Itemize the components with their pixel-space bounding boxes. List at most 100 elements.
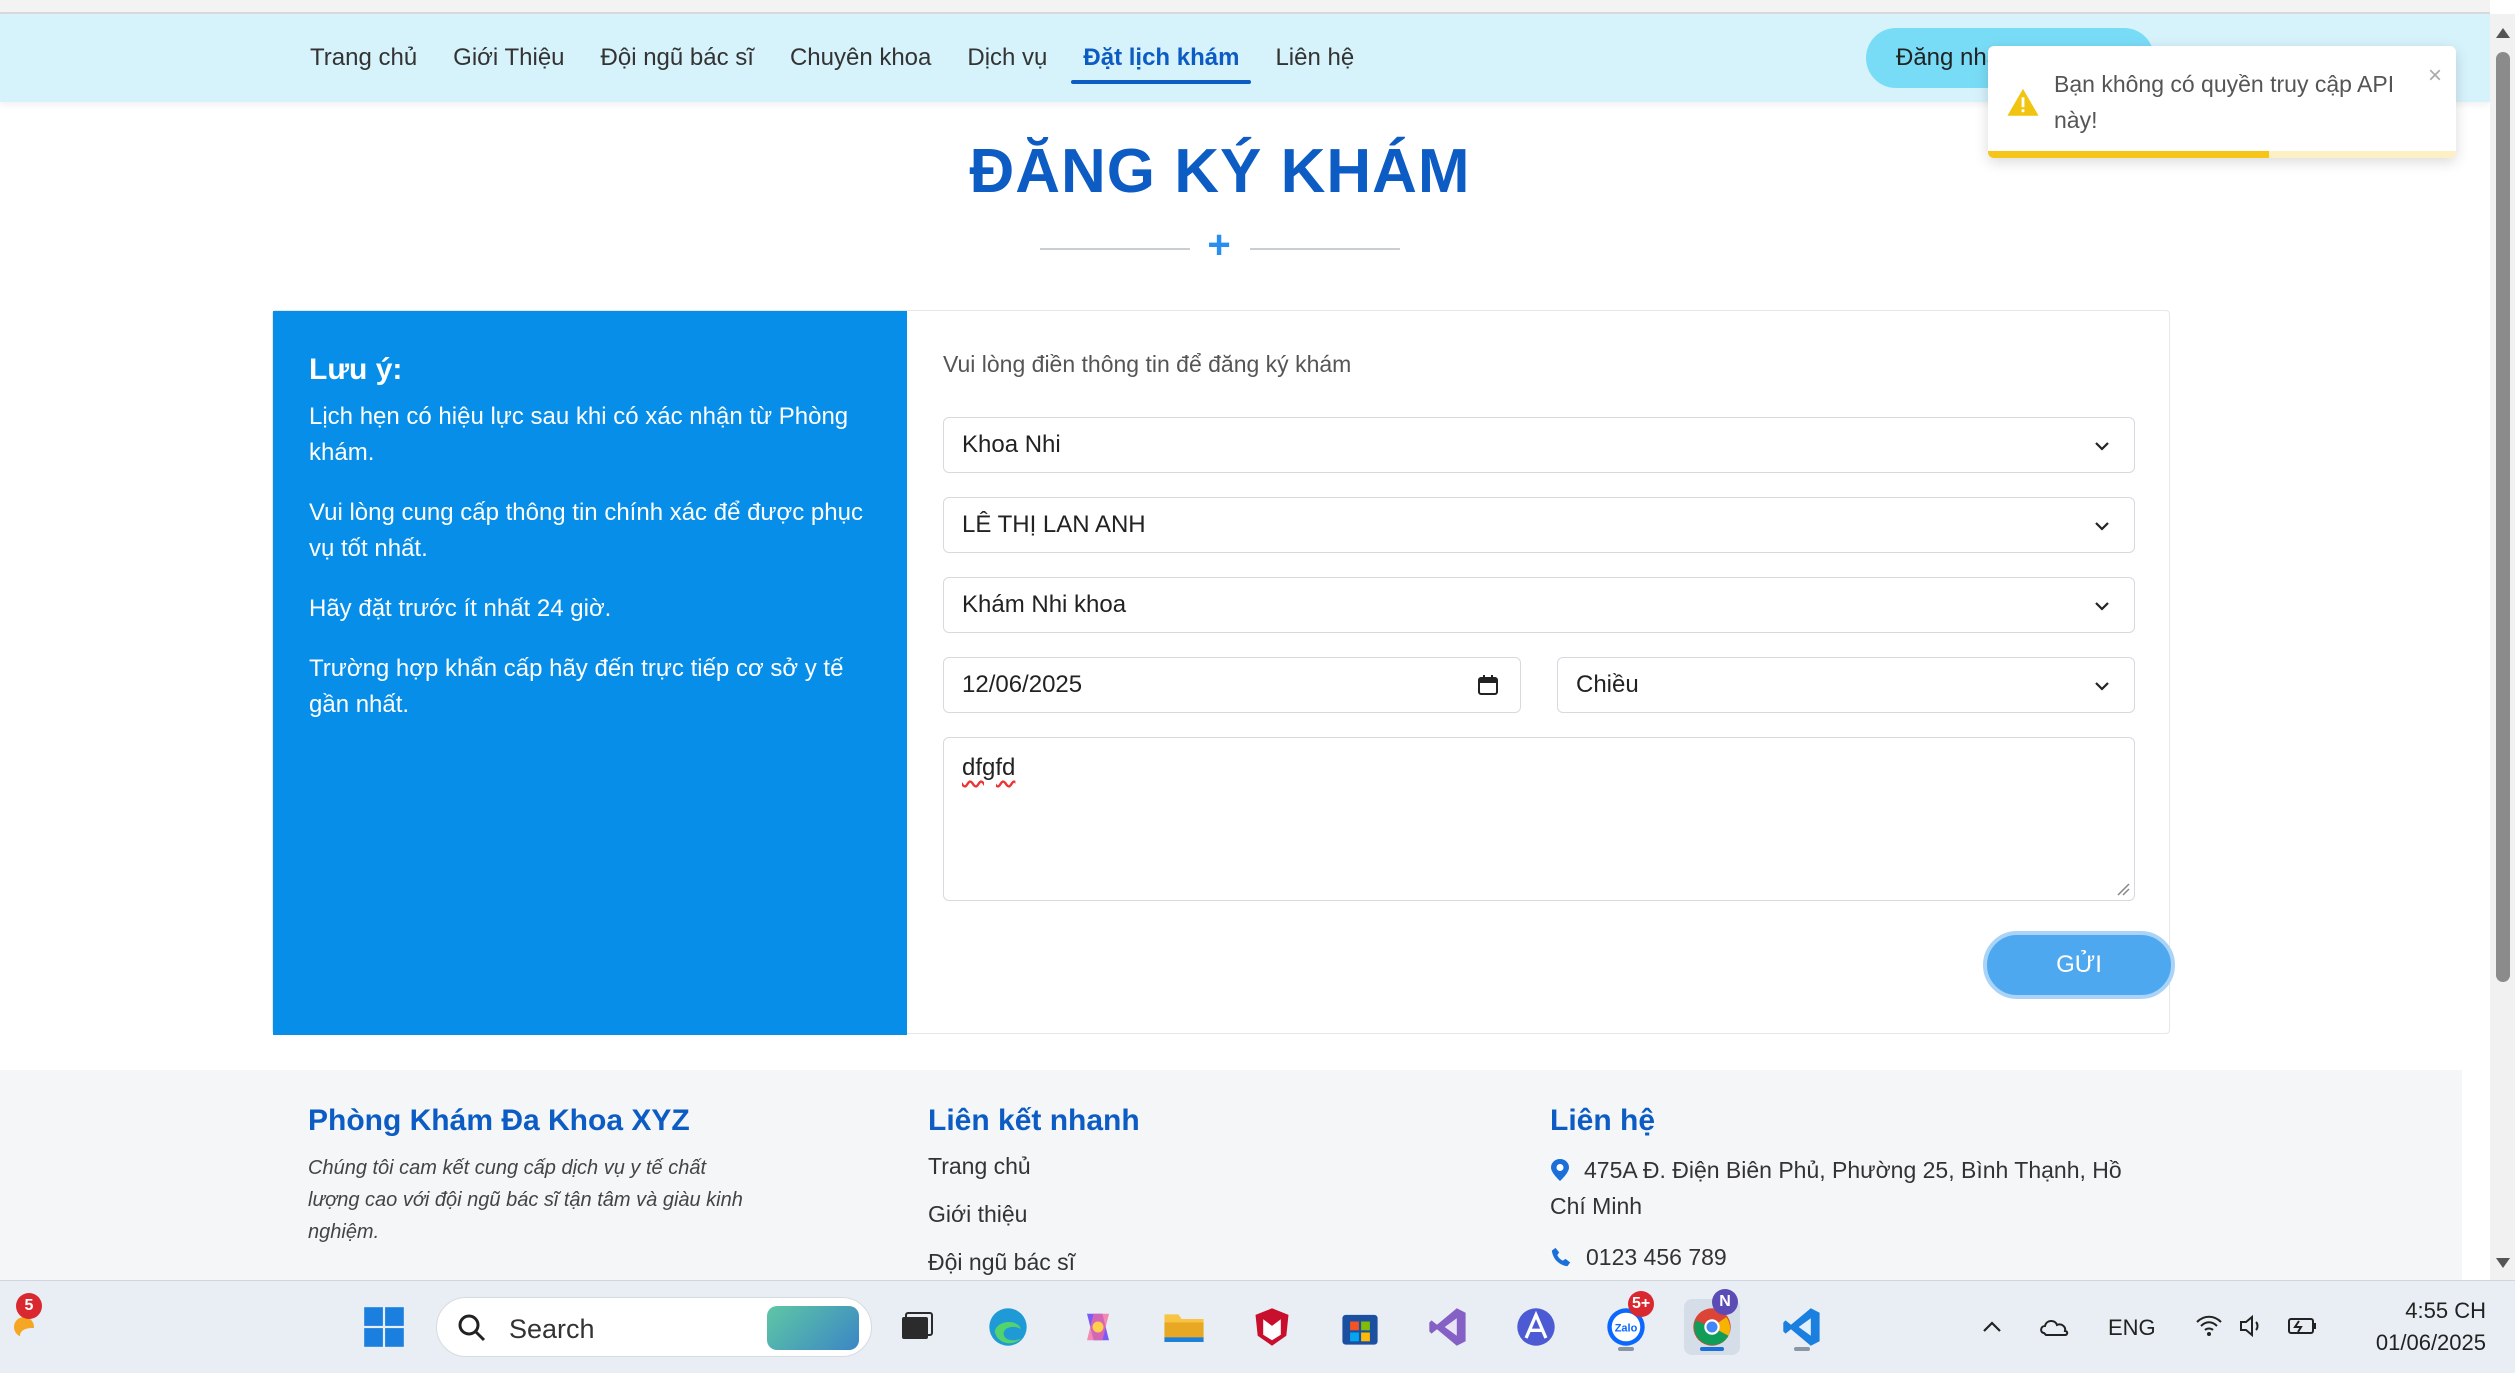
nav-links: Trang chủ Giới Thiệu Đội ngũ bác sĩ Chuy… <box>310 14 1390 102</box>
phone-icon <box>1551 1247 1571 1267</box>
page-scrollbar[interactable] <box>2490 14 2515 1280</box>
footer-phone: 0123 456 789 <box>1550 1244 2150 1271</box>
language-indicator[interactable]: ENG <box>2108 1315 2156 1341</box>
calendar-icon[interactable] <box>1476 673 1500 697</box>
title-divider: + <box>1040 225 1400 265</box>
note-item: Hãy đặt trước ít nhất 24 giờ. <box>309 595 612 622</box>
doctor-select[interactable]: LÊ THỊ LAN ANH <box>943 497 2135 553</box>
chrome-profile-badge: N <box>1712 1289 1738 1315</box>
file-explorer-app[interactable] <box>1156 1299 1212 1355</box>
arc-app[interactable] <box>1508 1299 1564 1355</box>
chevron-down-icon <box>2095 442 2109 451</box>
clock-time: 4:55 CH <box>2405 1298 2486 1323</box>
note-title: Lưu ý: <box>309 353 403 386</box>
nav-contact[interactable]: Liên hệ <box>1275 14 1354 102</box>
copilot-app[interactable] <box>1070 1299 1126 1355</box>
wifi-icon[interactable] <box>2194 1313 2224 1339</box>
map-pin-icon <box>1551 1159 1569 1181</box>
scrollbar-thumb[interactable] <box>2496 52 2510 982</box>
edge-app[interactable] <box>980 1299 1036 1355</box>
footer-link-doctors[interactable]: Đội ngũ bác sĩ <box>928 1238 1140 1286</box>
clock-date: 01/06/2025 <box>2375 1330 2486 1355</box>
app-a-icon <box>1517 1308 1555 1346</box>
submit-button[interactable]: GỬI <box>1983 931 2175 999</box>
nav-services[interactable]: Dịch vụ <box>967 14 1047 102</box>
divider-line-right <box>1250 248 1400 250</box>
nav-specialties[interactable]: Chuyên khoa <box>790 14 931 102</box>
scroll-down-icon[interactable] <box>2496 1258 2510 1268</box>
chrome-app[interactable]: N <box>1684 1289 1740 1355</box>
footer-links: Liên kết nhanh Trang chủ Giới thiệu Đội … <box>928 1104 1140 1286</box>
footer-clinic: Phòng Khám Đa Khoa XYZ Chúng tôi cam kết… <box>308 1104 748 1248</box>
footer-clinic-desc: Chúng tôi cam kết cung cấp dịch vụ y tế … <box>308 1157 743 1243</box>
footer-phone-text: 0123 456 789 <box>1586 1244 1727 1270</box>
footer-clinic-title: Phòng Khám Đa Khoa XYZ <box>308 1104 690 1137</box>
note-item: Lịch hẹn có hiệu lực sau khi có xác nhận… <box>309 403 849 466</box>
nav-booking[interactable]: Đặt lịch khám <box>1071 14 1252 102</box>
session-value: Chiều <box>1576 671 1639 698</box>
browser-top-strip <box>0 0 2490 14</box>
footer-link-home[interactable]: Trang chủ <box>928 1142 1140 1190</box>
chevron-down-icon <box>2095 682 2109 691</box>
start-button[interactable] <box>356 1299 412 1355</box>
vscode-app[interactable] <box>1774 1299 1830 1355</box>
taskbar-search[interactable]: Search <box>436 1297 872 1357</box>
svg-text:Zalo: Zalo <box>1615 1322 1638 1334</box>
footer-link-about[interactable]: Giới thiệu <box>928 1190 1140 1238</box>
footer: Phòng Khám Đa Khoa XYZ Chúng tôi cam kết… <box>0 1070 2462 1280</box>
plus-icon: + <box>1207 223 1231 267</box>
battery-icon[interactable] <box>2286 1311 2320 1339</box>
note-item: Vui lòng cung cấp thông tin chính xác để… <box>309 499 863 562</box>
visual-studio-icon <box>1429 1308 1466 1346</box>
toast-close-icon[interactable]: × <box>2428 62 2442 90</box>
task-view-icon <box>902 1312 933 1339</box>
footer-contact-title: Liên hệ <box>1550 1104 1656 1137</box>
footer-address: 475A Đ. Điện Biên Phủ, Phường 25, Bình T… <box>1550 1152 2150 1224</box>
nav-home[interactable]: Trang chủ <box>310 14 417 102</box>
search-icon <box>458 1314 486 1342</box>
nav-about[interactable]: Giới Thiệu <box>453 14 564 102</box>
visual-studio-app[interactable] <box>1420 1299 1476 1355</box>
warning-icon <box>2007 88 2039 116</box>
session-select[interactable]: Chiều <box>1557 657 2135 713</box>
chevron-down-icon <box>2095 602 2109 611</box>
note-textarea[interactable]: dfgfd <box>943 737 2135 901</box>
note-panel: Lưu ý: Lịch hẹn có hiệu lực sau khi có x… <box>273 311 907 1035</box>
edge-icon <box>989 1308 1027 1346</box>
zalo-badge: 5+ <box>1628 1291 1655 1317</box>
copilot-icon <box>1087 1313 1109 1341</box>
search-highlight-image <box>767 1306 859 1350</box>
folder-icon <box>1164 1314 1204 1342</box>
taskbar-clock[interactable]: 4:55 CH 01/06/2025 <box>2346 1295 2486 1359</box>
resize-handle-icon[interactable] <box>2116 882 2130 896</box>
booking-card: Lưu ý: Lịch hẹn có hiệu lực sau khi có x… <box>272 310 2175 1035</box>
weather-widget[interactable]: 5 <box>0 1293 56 1355</box>
vscode-icon <box>1783 1308 1820 1346</box>
footer-links-title: Liên kết nhanh <box>928 1104 1140 1137</box>
scroll-up-icon[interactable] <box>2496 28 2510 38</box>
chevron-up-icon[interactable] <box>1980 1315 2004 1339</box>
task-view-button[interactable] <box>888 1299 944 1355</box>
service-value: Khám Nhi khoa <box>962 591 1127 618</box>
doctor-value: LÊ THỊ LAN ANH <box>962 511 1146 538</box>
note-item: Trường hợp khẩn cấp hãy đến trực tiếp cơ… <box>309 655 844 718</box>
date-input[interactable]: 12/06/2025 <box>943 657 1521 713</box>
toast-message: Bạn không có quyền truy cập API này! <box>2054 71 2395 133</box>
volume-icon[interactable] <box>2238 1313 2266 1339</box>
department-select[interactable]: Khoa Nhi <box>943 417 2135 473</box>
department-value: Khoa Nhi <box>962 431 1061 458</box>
weather-badge: 5 <box>16 1293 42 1319</box>
onedrive-icon[interactable] <box>2038 1311 2072 1341</box>
mcafee-app[interactable] <box>1244 1299 1300 1355</box>
divider-line-left <box>1040 248 1190 250</box>
app-active-indicator <box>1700 1347 1724 1351</box>
booking-form: Vui lòng điền thông tin để đăng ký khám … <box>907 311 2175 1035</box>
page-title: ĐĂNG KÝ KHÁM <box>969 137 1471 206</box>
store-icon <box>1342 1314 1378 1345</box>
service-select[interactable]: Khám Nhi khoa <box>943 577 2135 633</box>
taskbar: 5 Search Zalo 5+ N ENG 4:55 CH 01/06/202… <box>0 1280 2515 1373</box>
zalo-app[interactable]: Zalo 5+ <box>1598 1291 1655 1355</box>
store-app[interactable] <box>1332 1299 1388 1355</box>
windows-icon <box>364 1307 404 1347</box>
nav-doctors[interactable]: Đội ngũ bác sĩ <box>601 14 754 102</box>
